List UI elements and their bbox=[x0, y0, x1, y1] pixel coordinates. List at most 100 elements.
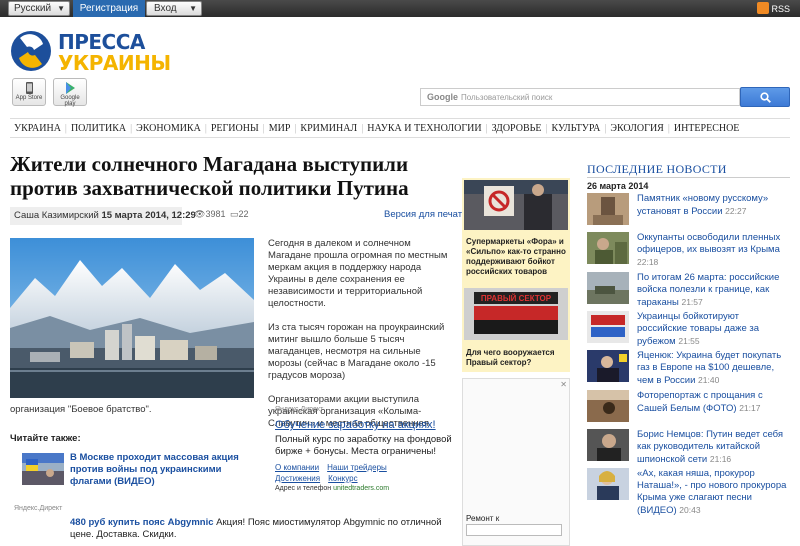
logo-text-bottom[interactable]: УКРАИНЫ bbox=[58, 51, 171, 75]
article-stats: 👁3981 ▭22 bbox=[194, 209, 249, 220]
nav-item[interactable]: ИНТЕРЕСНОЕ bbox=[670, 123, 744, 134]
rss-icon bbox=[757, 2, 770, 14]
yandex-direct-label-2[interactable]: Яндекс.Директ bbox=[14, 505, 62, 512]
ad-title-link[interactable]: Обучение заработку на акциях! bbox=[275, 418, 455, 432]
news-thumbnail[interactable] bbox=[587, 468, 629, 501]
comments-count[interactable]: 22 bbox=[239, 209, 249, 219]
heading-divider bbox=[587, 177, 790, 178]
ad-sitelink[interactable]: Наши трейдеры bbox=[327, 463, 387, 472]
news-title[interactable]: Памятник «новому русскому» установят в Р… bbox=[637, 193, 768, 217]
news-time: 21:40 bbox=[698, 375, 720, 386]
news-link[interactable]: Оккупанты освободили пленных офицеров, и… bbox=[637, 232, 790, 269]
news-link[interactable]: Фоторепортаж с прощания с Сашей Белым (Ф… bbox=[637, 390, 790, 415]
news-title[interactable]: Оккупанты освободили пленных офицеров, и… bbox=[637, 232, 780, 255]
news-time: 21:17 bbox=[739, 402, 761, 413]
promo-link[interactable]: Для чего вооружается Правый сектор? bbox=[466, 348, 570, 368]
google-play-button[interactable]: Google play bbox=[53, 78, 87, 107]
news-thumbnail[interactable] bbox=[587, 389, 629, 422]
yandex-direct-label[interactable]: Яндекс.Директ bbox=[275, 406, 323, 413]
news-time: 21:16 bbox=[709, 453, 732, 464]
nav-item[interactable]: МИР bbox=[265, 123, 295, 134]
news-thumbnail[interactable] bbox=[587, 350, 629, 383]
nav-item[interactable]: ЭКОНОМИКА bbox=[132, 123, 205, 134]
news-link[interactable]: «Ах, какая няша, прокурор Наташа!», - пр… bbox=[637, 468, 790, 517]
ad-sitelink[interactable]: О компании bbox=[275, 463, 319, 472]
ad-sitelink[interactable]: Конкурс bbox=[328, 474, 357, 483]
ad2-title-link[interactable]: 480 руб купить пояс Abgymnic bbox=[70, 517, 214, 528]
app-store-button[interactable]: App Store bbox=[12, 78, 46, 106]
article-author[interactable]: Саша Казимирский bbox=[14, 210, 99, 221]
article-title: Жители солнечного Магадана выступили про… bbox=[10, 152, 409, 200]
nav-item[interactable]: ЗДОРОВЬЕ bbox=[488, 123, 546, 134]
chevron-down-icon: ▼ bbox=[189, 4, 197, 13]
nav-item[interactable]: ЭКОЛОГИЯ bbox=[606, 123, 667, 134]
latest-news-heading[interactable]: ПОСЛЕДНИЕ НОВОСТИ bbox=[587, 162, 727, 177]
register-button[interactable]: Регистрация bbox=[73, 0, 145, 17]
news-link[interactable]: Памятник «новому русскому» установят в Р… bbox=[637, 193, 790, 218]
rss-link[interactable]: RSS bbox=[757, 2, 790, 16]
news-time: 21:57 bbox=[681, 296, 703, 307]
news-link[interactable]: Борис Немцов: Путин ведет себя как руков… bbox=[637, 429, 790, 466]
login-dropdown[interactable]: Вход ▼ bbox=[146, 1, 202, 16]
news-time: 22:18 bbox=[637, 257, 659, 268]
news-time: 20:43 bbox=[679, 505, 701, 516]
views-count: 3981 bbox=[205, 209, 226, 219]
see-also-thumbnail[interactable] bbox=[22, 453, 64, 485]
news-title[interactable]: По итогам 26 марта: российские войска по… bbox=[637, 272, 779, 308]
news-thumbnail[interactable] bbox=[587, 271, 629, 304]
ad-sitelinks: О компании Наши трейдеры Достижения Конкур… bbox=[275, 462, 455, 484]
phone-icon bbox=[26, 82, 33, 94]
nav-item[interactable]: РЕГИОНЫ bbox=[207, 123, 263, 134]
promo-image-right-sector[interactable]: ПРАВЫЙ СЕКТОР bbox=[464, 288, 568, 340]
close-icon[interactable]: ✕ bbox=[560, 380, 567, 389]
nav-item[interactable]: ПОЛИТИКА bbox=[67, 123, 130, 134]
news-title[interactable]: «Ах, какая няша, прокурор Наташа!», - пр… bbox=[637, 468, 786, 516]
search-icon bbox=[760, 92, 771, 103]
logo-icon[interactable] bbox=[10, 30, 52, 72]
see-also-link[interactable]: В Москве проходит массовая акция против … bbox=[70, 452, 260, 488]
news-link[interactable]: Яценюк: Украина будет покупать газ в Евр… bbox=[637, 350, 790, 387]
news-thumbnail[interactable] bbox=[587, 310, 629, 343]
ad-text: Полный курс по заработку на фондовой бир… bbox=[275, 434, 452, 457]
ad-banner-input[interactable] bbox=[466, 524, 562, 536]
news-thumbnail[interactable] bbox=[587, 193, 629, 225]
ad-address-label[interactable]: Адрес и телефон bbox=[275, 485, 331, 492]
ad-domain[interactable]: unitedtraders.com bbox=[333, 485, 389, 492]
ad-block-direct: Обучение заработку на акциях! Полный кур… bbox=[275, 418, 455, 492]
nav-item[interactable]: КРИМИНАЛ bbox=[296, 123, 361, 134]
news-link[interactable]: По итогам 26 марта: российские войска по… bbox=[637, 272, 790, 309]
nav-item[interactable]: НАУКА И ТЕХНОЛОГИИ bbox=[363, 123, 485, 134]
search-input[interactable]: Google Пользовательский поиск bbox=[420, 88, 740, 106]
nav-item[interactable]: УКРАИНА bbox=[10, 123, 65, 134]
eye-icon: 👁 bbox=[194, 209, 206, 219]
news-time: 21:55 bbox=[678, 335, 700, 346]
news-time: 22:27 bbox=[725, 206, 747, 216]
promo-sign-text: ПРАВЫЙ СЕКТОР bbox=[481, 294, 552, 303]
article-date: 15 марта 2014, 12:29 bbox=[101, 210, 196, 221]
article-paragraph: Сегодня в далеком и солнечном Магадане п… bbox=[268, 238, 448, 309]
comment-icon: ▭ bbox=[229, 209, 239, 219]
chevron-down-icon: ▼ bbox=[57, 4, 65, 13]
see-also-heading: Читайте также: bbox=[10, 433, 81, 444]
print-version-link[interactable]: Версия для печати bbox=[384, 209, 467, 220]
play-store-icon bbox=[66, 82, 75, 94]
main-nav: УКРАИНА | ПОЛИТИКА | ЭКОНОМИКА | РЕГИОНЫ | МИР | К… bbox=[10, 118, 790, 138]
promo-image-boycott[interactable] bbox=[464, 180, 568, 230]
news-thumbnail[interactable] bbox=[587, 428, 629, 461]
article-paragraph: Из ста тысяч горожан на проукраинский ми… bbox=[268, 322, 445, 381]
ad-banner-text: Ремонт к bbox=[466, 514, 500, 523]
search-button[interactable] bbox=[740, 87, 790, 107]
nav-item[interactable]: КУЛЬТУРА bbox=[548, 123, 605, 134]
language-select[interactable]: Русский ▼ bbox=[8, 1, 70, 16]
ad-block-text: 480 руб купить пояс Abgymnic Акция! Пояс… bbox=[70, 517, 460, 541]
article-meta: Саша Казимирский 15 марта 2014, 12:29 bbox=[10, 207, 196, 225]
search-brand: Google bbox=[427, 92, 458, 102]
top-bar: Русский ▼ Регистрация Вход ▼ RSS bbox=[0, 0, 800, 17]
ad-sitelink[interactable]: Достижения bbox=[275, 474, 320, 483]
article-paragraph-continued: организация "Боевое братство". bbox=[10, 404, 152, 415]
promo-link[interactable]: Супермаркеты «Фора» и «Сильпо» как-то ст… bbox=[466, 237, 570, 277]
news-link[interactable]: Украинцы бойкотируют российские товары д… bbox=[637, 311, 790, 348]
ad-address: Адрес и телефон unitedtraders.com bbox=[275, 485, 455, 492]
article-photo bbox=[10, 238, 254, 398]
news-thumbnail[interactable] bbox=[587, 232, 629, 265]
